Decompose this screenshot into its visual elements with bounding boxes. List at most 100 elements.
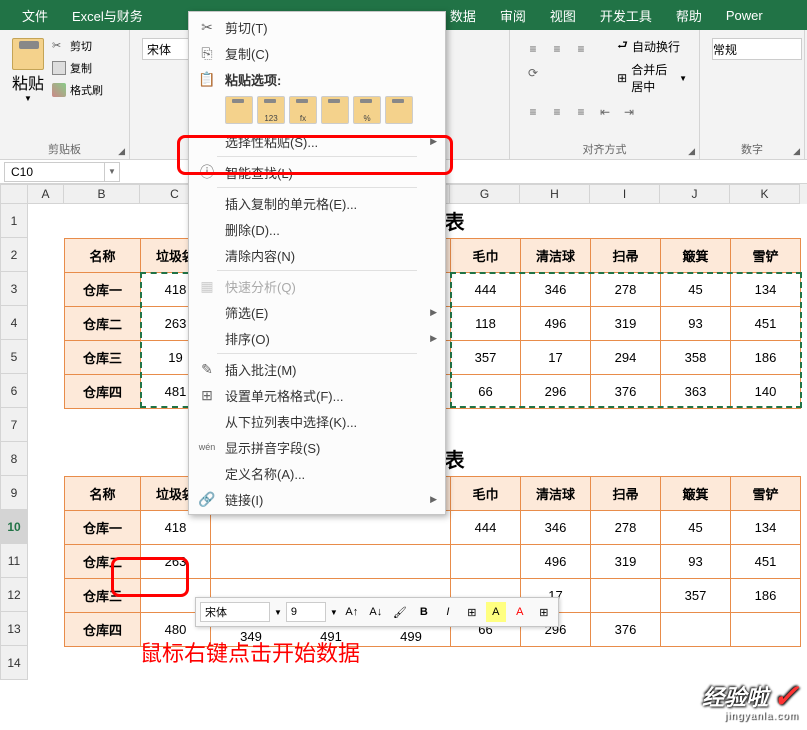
- row-header[interactable]: 5: [0, 340, 28, 374]
- col-header-K[interactable]: K: [730, 184, 800, 204]
- row-label-cell[interactable]: 仓库三: [65, 578, 141, 612]
- align-top-icon[interactable]: ≡: [522, 38, 544, 60]
- row-label-cell[interactable]: 仓库四: [65, 612, 141, 646]
- header-cell[interactable]: 毛巾: [451, 476, 521, 510]
- ctx-cut[interactable]: ✂ 剪切(T): [189, 14, 445, 40]
- row-header[interactable]: 4: [0, 306, 28, 340]
- select-all-cell[interactable]: [0, 184, 28, 204]
- ctx-clear[interactable]: 清除内容(N): [189, 242, 445, 268]
- align-expand-icon[interactable]: ◢: [688, 146, 695, 157]
- col-header-G[interactable]: G: [450, 184, 520, 204]
- header-cell[interactable]: 扫帚: [591, 238, 661, 272]
- mini-bold[interactable]: B: [414, 602, 434, 622]
- row-label-cell[interactable]: 仓库四: [65, 374, 141, 408]
- ctx-copy[interactable]: ⎘ 复制(C): [189, 40, 445, 66]
- ctx-sort[interactable]: 排序(O) ▶: [189, 325, 445, 351]
- menu-excel-finance[interactable]: Excel与财务: [60, 0, 155, 30]
- paste-opt-all[interactable]: [225, 96, 253, 124]
- row-header[interactable]: 7: [0, 408, 28, 442]
- wrap-text-button[interactable]: ⮐ 自动换行: [613, 34, 691, 59]
- row-header[interactable]: 9: [0, 476, 28, 510]
- header-cell[interactable]: 名称: [65, 476, 141, 510]
- mini-border[interactable]: ⊞: [462, 602, 482, 622]
- row-header[interactable]: 3: [0, 272, 28, 306]
- number-expand-icon[interactable]: ◢: [793, 146, 800, 157]
- row-header[interactable]: 6: [0, 374, 28, 408]
- data-cell[interactable]: 263: [141, 544, 211, 578]
- cut-button[interactable]: ✂ 剪切: [48, 36, 107, 56]
- clipboard-expand-icon[interactable]: ◢: [118, 146, 125, 157]
- paste-opt-transpose[interactable]: [321, 96, 349, 124]
- row-header[interactable]: 10: [0, 510, 28, 544]
- data-cell[interactable]: 444: [451, 510, 521, 544]
- menu-power[interactable]: Power: [714, 0, 775, 30]
- col-header-A[interactable]: A: [28, 184, 64, 204]
- header-cell[interactable]: 簸箕: [661, 238, 731, 272]
- header-cell[interactable]: 扫帚: [591, 476, 661, 510]
- row-header[interactable]: 2: [0, 238, 28, 272]
- data-cell[interactable]: 499: [371, 629, 451, 644]
- align-middle-icon[interactable]: ≡: [546, 38, 568, 60]
- name-box-dropdown[interactable]: ▼: [104, 162, 120, 182]
- menu-file[interactable]: 文件: [10, 0, 60, 30]
- data-cell[interactable]: 319: [591, 544, 661, 578]
- row-header[interactable]: 13: [0, 612, 28, 646]
- row-label-cell[interactable]: 仓库三: [65, 340, 141, 374]
- row-label-cell[interactable]: 仓库二: [65, 544, 141, 578]
- row-label-cell[interactable]: 仓库一: [65, 272, 141, 306]
- row-label-cell[interactable]: 仓库一: [65, 510, 141, 544]
- header-cell[interactable]: 清洁球: [521, 238, 591, 272]
- col-header-J[interactable]: J: [660, 184, 730, 204]
- paste-button[interactable]: 粘贴 ▼: [8, 34, 48, 107]
- mini-merge[interactable]: ⊞: [534, 602, 554, 622]
- col-header-H[interactable]: H: [520, 184, 590, 204]
- mini-font-color[interactable]: A: [510, 602, 530, 622]
- menu-review[interactable]: 审阅: [488, 0, 538, 30]
- data-cell[interactable]: 496: [521, 544, 591, 578]
- row-header[interactable]: 14: [0, 646, 28, 680]
- data-cell[interactable]: 451: [731, 544, 801, 578]
- align-left-icon[interactable]: ≡: [522, 101, 544, 123]
- row-label-cell[interactable]: 仓库二: [65, 306, 141, 340]
- data-cell[interactable]: 278: [591, 510, 661, 544]
- paste-opt-formatting[interactable]: %: [353, 96, 381, 124]
- data-cell[interactable]: 376: [591, 612, 661, 646]
- ctx-delete[interactable]: 删除(D)...: [189, 216, 445, 242]
- row-header[interactable]: 12: [0, 578, 28, 612]
- mini-size-select[interactable]: [286, 602, 326, 622]
- header-cell[interactable]: 清洁球: [521, 476, 591, 510]
- align-right-icon[interactable]: ≡: [570, 101, 592, 123]
- data-cell[interactable]: 346: [521, 510, 591, 544]
- menu-dev[interactable]: 开发工具: [588, 0, 664, 30]
- data-cell[interactable]: 186: [731, 578, 801, 612]
- mini-decrease-font[interactable]: A↓: [366, 602, 386, 622]
- data-cell[interactable]: 134: [731, 510, 801, 544]
- indent-dec-icon[interactable]: ⇤: [594, 101, 616, 123]
- mini-format-painter[interactable]: 🖌: [390, 602, 410, 622]
- col-header-I[interactable]: I: [590, 184, 660, 204]
- format-painter-button[interactable]: 格式刷: [48, 80, 107, 100]
- mini-fill-color[interactable]: A: [486, 602, 506, 622]
- copy-button[interactable]: 复制: [48, 58, 107, 78]
- merge-button[interactable]: ⊞ 合并后居中 ▼: [613, 59, 691, 97]
- data-cell[interactable]: 93: [661, 544, 731, 578]
- ctx-link[interactable]: 🔗 链接(I) ▶: [189, 486, 445, 512]
- paste-opt-link[interactable]: [385, 96, 413, 124]
- row-header[interactable]: 8: [0, 442, 28, 476]
- ctx-smart-lookup[interactable]: ⓘ 智能查找(L): [189, 159, 445, 185]
- ctx-dropdown-select[interactable]: 从下拉列表中选择(K)...: [189, 408, 445, 434]
- header-cell[interactable]: 雪铲: [731, 238, 801, 272]
- ctx-paste-special[interactable]: 选择性粘贴(S)... ▶: [189, 128, 445, 154]
- ctx-phonetic[interactable]: wén 显示拼音字段(S): [189, 434, 445, 460]
- header-cell[interactable]: 簸箕: [661, 476, 731, 510]
- row-header[interactable]: 11: [0, 544, 28, 578]
- ctx-format-cells[interactable]: ⊞ 设置单元格格式(F)...: [189, 382, 445, 408]
- align-bottom-icon[interactable]: ≡: [570, 38, 592, 60]
- mini-increase-font[interactable]: A↑: [342, 602, 362, 622]
- number-format-select[interactable]: [712, 38, 802, 60]
- mini-italic[interactable]: I: [438, 602, 458, 622]
- orientation-icon[interactable]: ⟳: [522, 62, 544, 84]
- menu-view[interactable]: 视图: [538, 0, 588, 30]
- ctx-insert-comment[interactable]: ✎ 插入批注(M): [189, 356, 445, 382]
- data-cell[interactable]: 45: [661, 510, 731, 544]
